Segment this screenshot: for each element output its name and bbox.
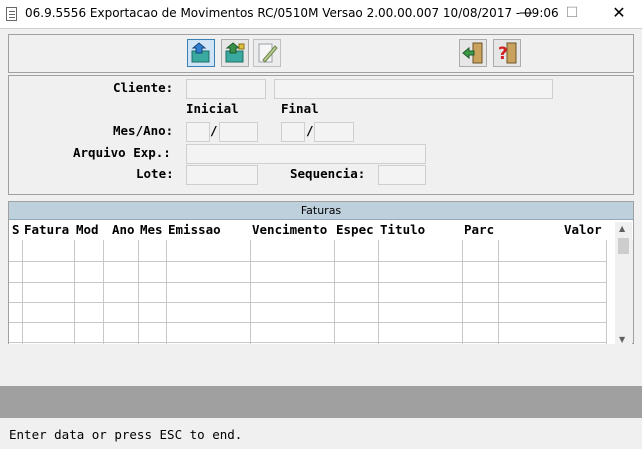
inicial-mes-input[interactable] (186, 122, 210, 142)
export-button[interactable] (187, 39, 215, 67)
grid-scrollbar[interactable]: ▲ ▼ (615, 222, 632, 344)
lote-label: Lote: (136, 166, 174, 181)
sequencia-label: Sequencia: (290, 166, 366, 181)
filter-form: Cliente: Inicial Final Mes/Ano: / / Arqu… (8, 75, 634, 195)
col-mod[interactable]: Mod (76, 222, 99, 237)
inicial-ano-input[interactable] (219, 122, 258, 142)
sequencia-input[interactable] (378, 165, 426, 185)
export-all-icon (225, 42, 245, 63)
status-bar: Enter data or press ESC to end. (0, 420, 642, 449)
col-s[interactable]: S (12, 222, 20, 237)
faturas-grid: Faturas S Fatura Mod Ano Mes Emissao Ven… (8, 201, 634, 344)
final-ano-input[interactable] (314, 122, 354, 142)
col-parc[interactable]: Parc (464, 222, 494, 237)
inicial-slash: / (210, 123, 218, 138)
arquivo-input[interactable] (186, 144, 426, 164)
final-label: Final (281, 101, 319, 116)
title-bar[interactable]: 06.9.5556 Exportacao de Movimentos RC/05… (0, 0, 642, 28)
col-espec[interactable]: Espec (336, 222, 374, 237)
svg-text:?: ? (498, 44, 508, 64)
cliente-label: Cliente: (113, 80, 174, 95)
col-valor[interactable]: Valor (564, 222, 602, 237)
edit-button[interactable] (253, 39, 281, 67)
edit-icon (258, 43, 278, 63)
close-button[interactable]: ✕ (596, 0, 642, 28)
scroll-down-icon[interactable]: ▼ (619, 335, 625, 344)
lote-input[interactable] (186, 165, 258, 185)
mes-ano-label: Mes/Ano: (113, 123, 174, 138)
help-button[interactable]: ? (493, 39, 521, 67)
cliente-name-input[interactable] (274, 79, 553, 99)
window-title: 06.9.5556 Exportacao de Movimentos RC/05… (25, 6, 559, 20)
col-fatura[interactable]: Fatura (24, 222, 69, 237)
col-ano[interactable]: Ano (112, 222, 135, 237)
minimize-button[interactable]: — (503, 0, 549, 28)
col-emissao[interactable]: Emissao (168, 222, 221, 237)
footer-bar (0, 386, 642, 418)
export-icon (191, 42, 210, 63)
col-vencimento[interactable]: Vencimento (252, 222, 327, 237)
exit-door-icon (462, 42, 483, 64)
maximize-button[interactable]: ☐ (549, 0, 595, 28)
status-message: Enter data or press ESC to end. (9, 427, 243, 442)
grid-title: Faturas (9, 202, 633, 220)
scroll-up-icon[interactable]: ▲ (619, 224, 625, 233)
scroll-thumb[interactable] (618, 238, 629, 254)
col-mes[interactable]: Mes (140, 222, 163, 237)
export-all-button[interactable] (221, 39, 249, 67)
cliente-code-input[interactable] (186, 79, 266, 99)
grid-rows[interactable] (9, 240, 615, 344)
inicial-label: Inicial (186, 101, 239, 116)
client-area: ? Cliente: Inicial Final Mes/Ano: / / Ar… (0, 28, 642, 449)
grid-header: S Fatura Mod Ano Mes Emissao Vencimento … (9, 220, 633, 240)
app-icon (6, 7, 17, 21)
col-titulo[interactable]: Titulo (380, 222, 425, 237)
final-mes-input[interactable] (281, 122, 305, 142)
exit-button[interactable] (459, 39, 487, 67)
help-icon: ? (498, 42, 517, 64)
final-slash: / (306, 123, 314, 138)
toolbar: ? (8, 34, 634, 73)
arquivo-label: Arquivo Exp.: (73, 145, 171, 160)
